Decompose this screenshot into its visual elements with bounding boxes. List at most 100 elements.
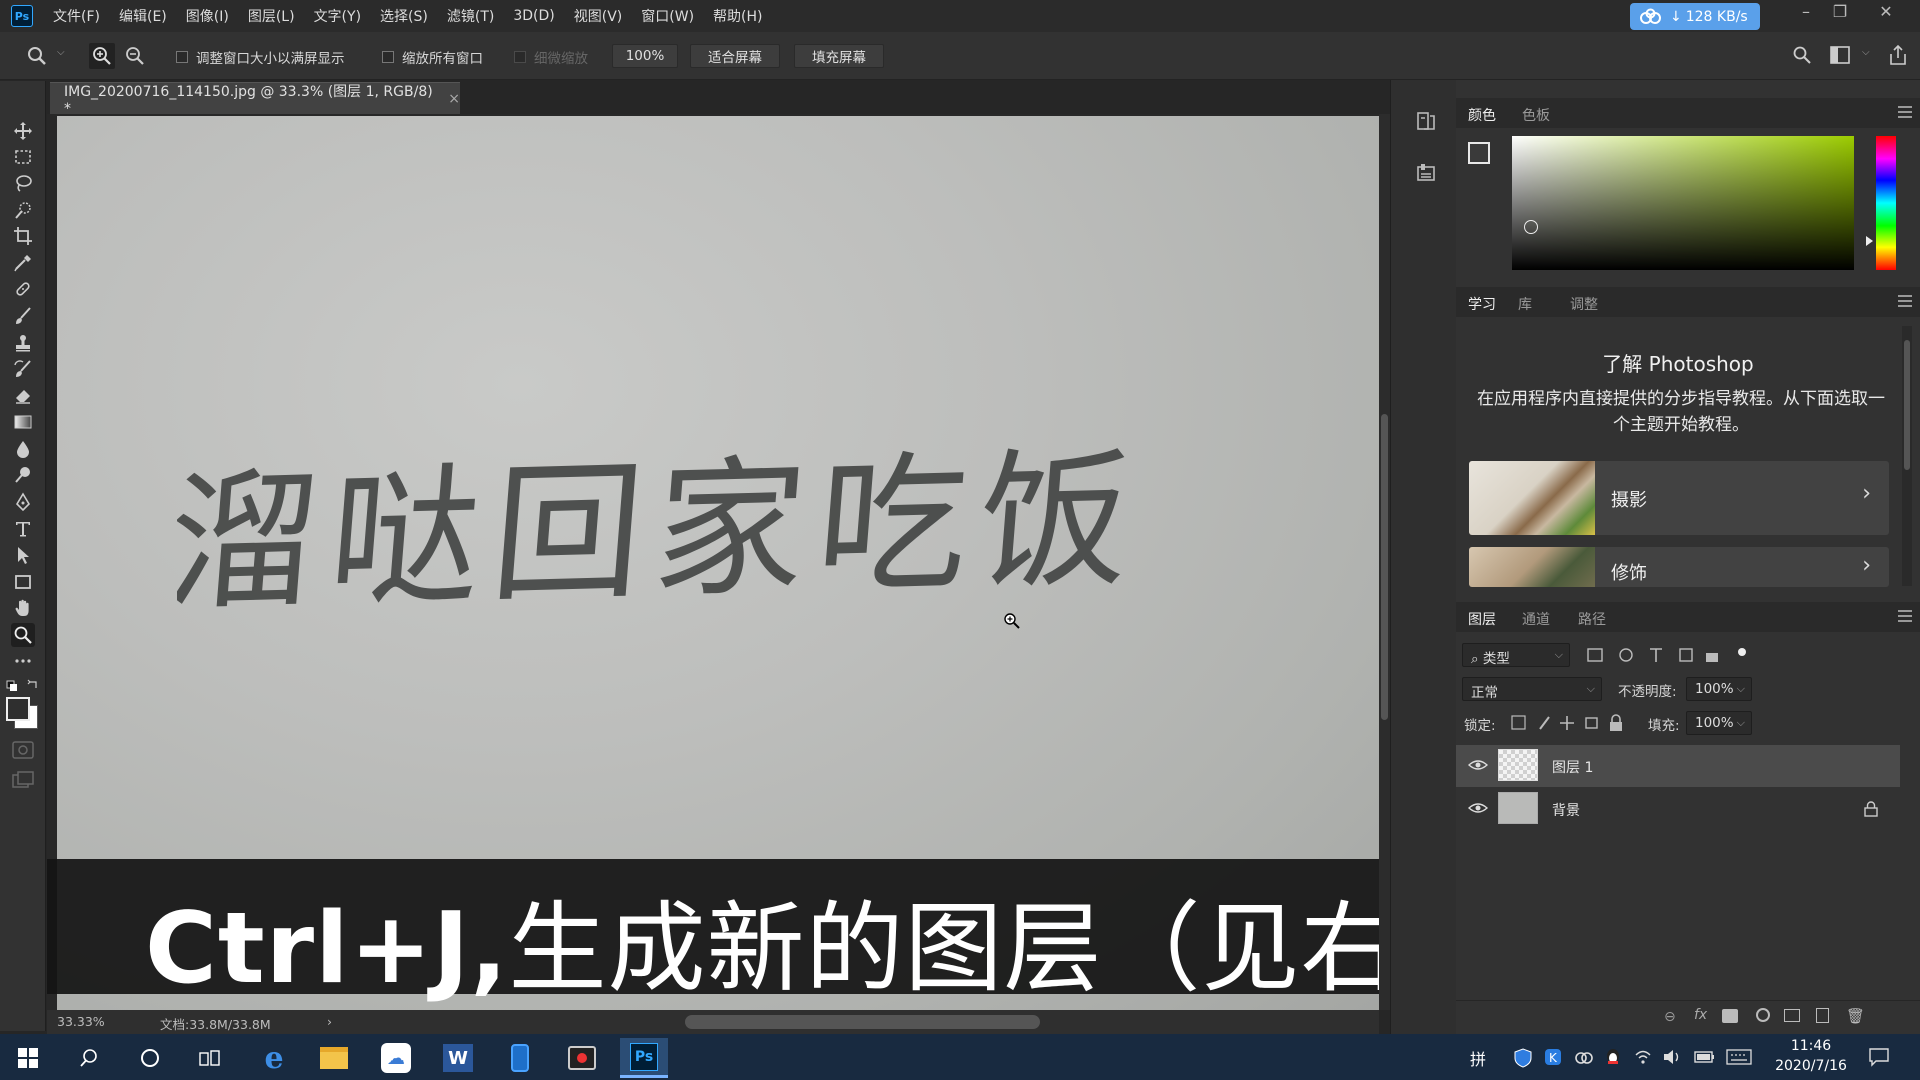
history-panel-icon[interactable] <box>1415 110 1437 132</box>
panel-menu-icon[interactable] <box>1898 295 1912 307</box>
gradient-tool-icon[interactable] <box>11 410 35 434</box>
edge-browser-icon[interactable]: e <box>250 1038 298 1078</box>
menu-help[interactable]: 帮助(H) <box>713 6 762 26</box>
battery-icon[interactable] <box>1694 1050 1716 1064</box>
resize-window-checkbox[interactable]: 调整窗口大小以满屏显示 <box>176 47 345 67</box>
search-icon[interactable] <box>1792 45 1812 65</box>
link-layers-icon[interactable]: ⊖ <box>1664 1009 1676 1025</box>
zoom-tool-icon[interactable] <box>11 623 35 647</box>
canvas-area[interactable]: 溜哒回家吃饭 Ctrl+J,生成新的图层（见右下角） <box>47 114 1379 1010</box>
menu-3d[interactable]: 3D(D) <box>513 8 554 24</box>
menu-edit[interactable]: 编辑(E) <box>119 6 167 26</box>
network-speed-badge[interactable]: ↓ 128 KB/s <box>1630 3 1760 30</box>
blur-tool-icon[interactable] <box>11 437 35 461</box>
pixel-filter-icon[interactable] <box>1587 648 1603 662</box>
eraser-tool-icon[interactable] <box>11 383 35 407</box>
status-zoom[interactable]: 33.33% <box>57 1014 105 1029</box>
lock-artboard-icon[interactable] <box>1585 717 1598 729</box>
cortana-icon[interactable] <box>140 1048 160 1068</box>
eye-icon[interactable] <box>1468 757 1488 773</box>
fill-field[interactable]: 100% ⌵ <box>1686 711 1752 735</box>
blend-mode-dropdown[interactable]: 正常 ⌵ <box>1462 677 1602 701</box>
hue-slider[interactable] <box>1876 136 1896 270</box>
healing-brush-tool-icon[interactable] <box>11 277 35 301</box>
close-tab-icon[interactable]: × <box>448 91 460 107</box>
search-icon[interactable] <box>79 1048 99 1068</box>
photoshop-app-icon[interactable]: Ps <box>11 5 33 27</box>
clone-stamp-tool-icon[interactable] <box>11 331 35 355</box>
lock-position-icon[interactable] <box>1560 716 1574 730</box>
horizontal-scrollbar-thumb[interactable] <box>685 1015 1040 1029</box>
shape-filter-icon[interactable] <box>1679 648 1693 662</box>
restore-icon[interactable]: ❐ <box>1820 0 1860 26</box>
opacity-field[interactable]: 100% ⌵ <box>1686 677 1752 701</box>
layer-row-layer1[interactable]: 图层 1 <box>1456 745 1900 787</box>
file-explorer-icon[interactable] <box>310 1038 358 1078</box>
keyboard-icon[interactable] <box>1726 1049 1752 1065</box>
tab-paths[interactable]: 路径 <box>1578 609 1606 629</box>
menu-file[interactable]: 文件(F) <box>53 6 100 26</box>
panel-menu-icon[interactable] <box>1898 610 1912 622</box>
menu-type[interactable]: 文字(Y) <box>314 6 361 26</box>
vertical-scrollbar-thumb[interactable] <box>1381 414 1388 720</box>
tab-adjustments[interactable]: 调整 <box>1570 294 1598 314</box>
lock-transparency-icon[interactable] <box>1511 715 1526 730</box>
document-tab[interactable]: IMG_20200716_114150.jpg @ 33.3% (图层 1, R… <box>50 82 460 117</box>
foreground-color-swatch[interactable] <box>6 697 30 721</box>
tab-color[interactable]: 颜色 <box>1468 105 1496 125</box>
history-brush-tool-icon[interactable] <box>11 357 35 381</box>
type-filter-icon[interactable] <box>1650 648 1662 662</box>
scrubby-zoom-checkbox[interactable]: 细微缩放 <box>514 47 588 67</box>
workspace-icon[interactable] <box>1830 46 1850 64</box>
ime-indicator[interactable]: 拼 <box>1470 1046 1486 1070</box>
chevron-down-icon[interactable]: ⌵ <box>57 47 65 58</box>
hue-slider-handle[interactable] <box>1866 236 1873 246</box>
tab-swatches[interactable]: 色板 <box>1522 105 1550 125</box>
screen-recorder-icon[interactable] <box>558 1038 606 1078</box>
quick-mask-icon[interactable] <box>12 741 34 759</box>
learn-scrollbar-thumb[interactable] <box>1904 340 1910 470</box>
crop-tool-icon[interactable] <box>11 224 35 248</box>
zoom-in-icon[interactable] <box>89 43 115 69</box>
panel-menu-icon[interactable] <box>1898 106 1912 118</box>
brush-tool-icon[interactable] <box>11 304 35 328</box>
fx-icon[interactable]: fx <box>1694 1007 1707 1023</box>
lock-all-icon[interactable] <box>1610 722 1622 731</box>
menu-window[interactable]: 窗口(W) <box>641 6 694 26</box>
rectangle-tool-icon[interactable] <box>11 570 35 594</box>
marquee-tool-icon[interactable] <box>11 145 35 169</box>
layer-filter-dropdown[interactable]: ⌕ 类型 ⌵ <box>1462 643 1570 667</box>
zoom-out-icon[interactable] <box>122 43 148 69</box>
eyedropper-tool-icon[interactable] <box>11 251 35 275</box>
wifi-icon[interactable] <box>1634 1048 1652 1066</box>
menu-layer[interactable]: 图层(L) <box>248 6 295 26</box>
word-icon[interactable]: W <box>434 1038 482 1078</box>
cloud-sync-icon[interactable] <box>1574 1048 1594 1066</box>
menu-filter[interactable]: 滤镜(T) <box>447 6 494 26</box>
learn-scrollbar[interactable] <box>1902 326 1912 586</box>
lasso-tool-icon[interactable] <box>11 171 35 195</box>
checkbox-box[interactable] <box>382 51 394 63</box>
path-selection-tool-icon[interactable] <box>11 543 35 567</box>
fill-screen-button[interactable]: 填充屏幕 <box>794 44 884 68</box>
windows-start-icon[interactable] <box>18 1048 38 1068</box>
filter-toggle-icon[interactable] <box>1738 648 1746 656</box>
tab-channels[interactable]: 通道 <box>1522 609 1550 629</box>
zoom-all-windows-checkbox[interactable]: 缩放所有窗口 <box>382 47 483 67</box>
adjustment-filter-icon[interactable] <box>1619 648 1633 662</box>
color-picker-marker[interactable] <box>1524 220 1538 234</box>
tab-layers[interactable]: 图层 <box>1468 609 1496 629</box>
pen-tool-icon[interactable] <box>11 490 35 514</box>
add-mask-icon[interactable] <box>1722 1009 1738 1023</box>
volume-icon[interactable] <box>1662 1048 1682 1066</box>
learn-card-photography[interactable]: 摄影 › <box>1469 461 1889 535</box>
tab-libraries[interactable]: 库 <box>1518 294 1532 314</box>
trash-icon[interactable]: 🗑 <box>1846 1007 1865 1025</box>
menu-select[interactable]: 选择(S) <box>380 6 428 26</box>
qq-icon[interactable] <box>1604 1047 1622 1067</box>
layer-row-background[interactable]: 背景 <box>1456 788 1900 830</box>
properties-panel-icon[interactable] <box>1415 162 1437 184</box>
new-layer-icon[interactable] <box>1816 1008 1829 1023</box>
smart-object-filter-icon[interactable] <box>1706 653 1718 662</box>
layer-name[interactable]: 图层 1 <box>1552 757 1593 777</box>
